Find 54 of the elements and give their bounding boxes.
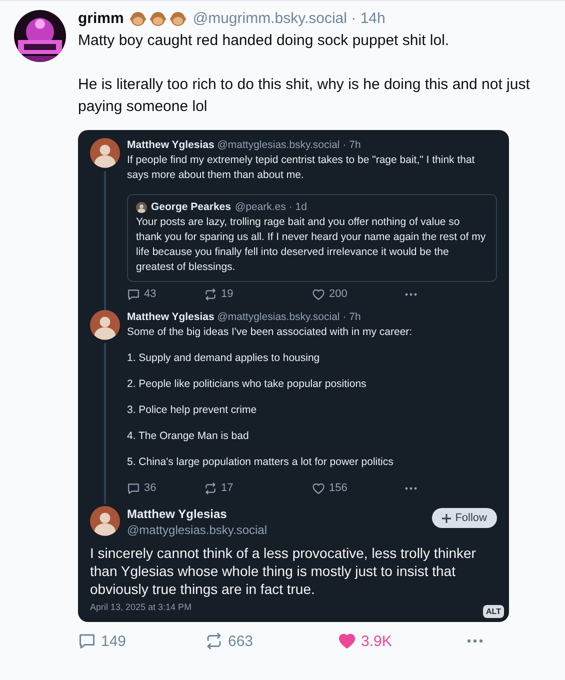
repost-count: 19: [221, 287, 234, 302]
embedded-screenshot[interactable]: [78, 130, 509, 622]
author-name: Matthew Yglesias: [127, 506, 228, 522]
post-text: If people find my extremely tepid centrist takes to be "rage bait," I think that says more about them than about me.: [127, 153, 476, 183]
like-count: 200: [329, 287, 348, 302]
author-handle: @mattyglesias.bsky.social · 7h: [217, 139, 361, 151]
reply-count: 43: [144, 287, 156, 302]
reply-icon[interactable]: [127, 288, 140, 301]
post-text: He is literally too rich to do this shit, why is he doing this and not just paying someone lol: [78, 75, 531, 117]
author-name: George Pearkes: [151, 200, 231, 215]
reply-count: 36: [144, 481, 156, 496]
repost-icon[interactable]: [205, 632, 223, 650]
post-text: Some of the big ideas I've been associated with in my career:: [127, 325, 414, 340]
more-icon[interactable]: [405, 487, 417, 490]
author-name: Matthew Yglesias: [127, 139, 214, 151]
avatar[interactable]: [90, 310, 120, 340]
avatar[interactable]: [90, 506, 120, 536]
repost-count: 663: [228, 632, 254, 650]
post-text: 2. People like politicians who take popular positions: [127, 377, 368, 392]
author-name[interactable]: grimm: [78, 10, 124, 27]
more-icon[interactable]: [405, 293, 417, 296]
author-handle: @peark.es · 1d: [234, 200, 307, 215]
avatar[interactable]: [90, 138, 120, 168]
reply-icon[interactable]: [78, 632, 96, 650]
quote-text: Your posts are lazy, trolling rage bait and you offer nothing of value so thank you for sparing us all. If I never heard your name again the rest of my life because you finally fell into deserved irrelevance it would be the greatest of blessings.: [136, 215, 487, 275]
avatar[interactable]: [14, 10, 66, 62]
monkey-icon: [170, 10, 186, 26]
author-handle: @mattyglesias.bsky.social: [127, 522, 268, 538]
plus-icon: [442, 514, 452, 522]
monkey-icon: [130, 10, 146, 26]
monkey-icon: [150, 10, 166, 26]
post-text: 4. The Orange Man is bad: [127, 429, 250, 444]
post-text: 3. Police help prevent crime: [127, 403, 258, 418]
reply-count: 149: [101, 632, 126, 650]
heart-icon[interactable]: [338, 632, 356, 650]
heart-icon[interactable]: [312, 482, 325, 495]
repost-icon[interactable]: [204, 482, 217, 495]
post-text: 5. China's large population matters a lot for power politics: [127, 455, 394, 470]
author-name: Matthew Yglesias: [127, 311, 214, 323]
repost-count: 17: [221, 481, 234, 496]
reply-icon[interactable]: [127, 482, 140, 495]
like-count: 3.9K: [361, 632, 392, 650]
author-handle[interactable]: @mugrimm.bsky.social · 14h: [192, 10, 386, 27]
post-text: I sincerely cannot think of a less provocative, less trolly thinker than Yglesias whose whole thing is mostly just to insist that obviously true things are in fact true.: [90, 544, 477, 598]
avatar[interactable]: [136, 202, 147, 213]
repost-icon[interactable]: [204, 288, 217, 301]
like-count: 156: [329, 481, 348, 496]
alt-badge[interactable]: ALT: [483, 605, 504, 618]
post-text: Matty boy caught red handed doing sock puppet shit lol.: [78, 31, 450, 51]
follow-button[interactable]: Follow: [432, 508, 497, 528]
heart-icon[interactable]: [312, 288, 325, 301]
post-text: 1. Supply and demand applies to housing: [127, 351, 321, 366]
more-icon[interactable]: [467, 639, 483, 643]
author-handle: @mattyglesias.bsky.social · 7h: [217, 311, 361, 323]
